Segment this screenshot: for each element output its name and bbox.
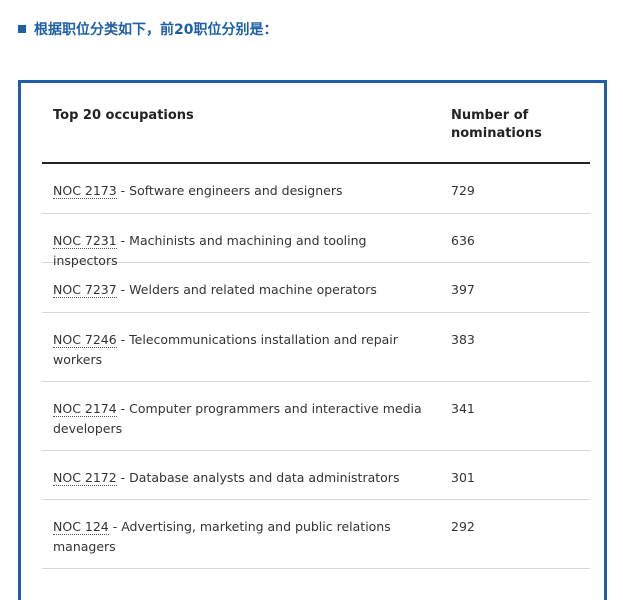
nominations-cell: 397	[451, 282, 475, 297]
header-occupations: Top 20 occupations	[53, 108, 194, 123]
nominations-cell: 292	[451, 519, 475, 534]
nominations-cell: 301	[451, 469, 475, 485]
occupation-cell: NOC 2173 - Software engineers and design…	[53, 181, 433, 201]
occupations-table: Top 20 occupations Number of nominations…	[42, 83, 590, 569]
table-row: NOC 124 - Advertising, marketing and pub…	[42, 500, 590, 569]
table-row: NOC 7231 - Machinists and machining and …	[42, 214, 590, 268]
square-bullet-icon	[18, 25, 26, 33]
table-frame: Top 20 occupations Number of nominations…	[18, 80, 607, 600]
noc-code[interactable]: NOC 2173	[53, 183, 117, 199]
table-row: NOC 7246 - Telecommunications installati…	[42, 313, 590, 382]
noc-code[interactable]: NOC 7237	[53, 282, 117, 298]
table-row: NOC 2172 - Database analysts and data ad…	[42, 451, 590, 500]
occupation-cell: NOC 2174 - Computer programmers and inte…	[53, 399, 433, 439]
occupation-cell: NOC 7246 - Telecommunications installati…	[53, 330, 433, 370]
table-row: NOC 2173 - Software engineers and design…	[42, 164, 590, 214]
occupation-title: - Welders and related machine operators	[116, 282, 377, 297]
noc-code[interactable]: NOC 124	[53, 519, 109, 535]
nominations-cell: 341	[451, 400, 475, 416]
occupation-cell: NOC 2172 - Database analysts and data ad…	[53, 468, 433, 488]
noc-code[interactable]: NOC 2174	[53, 400, 117, 417]
section-heading: 根据职位分类如下，前20职位分别是：	[18, 19, 277, 39]
occupation-title: - Software engineers and designers	[116, 183, 343, 198]
occupation-title: - Database analysts and data administrat…	[116, 469, 400, 485]
nominations-cell: 729	[451, 183, 475, 198]
table-header: Top 20 occupations Number of nominations	[42, 83, 590, 164]
noc-code[interactable]: NOC 7231	[53, 232, 117, 249]
nominations-cell: 383	[451, 331, 475, 347]
occupation-cell: NOC 124 - Advertising, marketing and pub…	[53, 517, 433, 557]
section-heading-text: 根据职位分类如下，前20职位分别是：	[34, 22, 278, 38]
header-nominations: Number of nominations	[451, 108, 542, 141]
occupation-cell: NOC 7237 - Welders and related machine o…	[53, 280, 433, 300]
table-row: NOC 7237 - Welders and related machine o…	[42, 263, 590, 313]
noc-code[interactable]: NOC 7246	[53, 331, 117, 348]
nominations-cell: 636	[451, 232, 475, 248]
table-row: NOC 2174 - Computer programmers and inte…	[42, 382, 590, 451]
noc-code[interactable]: NOC 2172	[53, 469, 117, 486]
